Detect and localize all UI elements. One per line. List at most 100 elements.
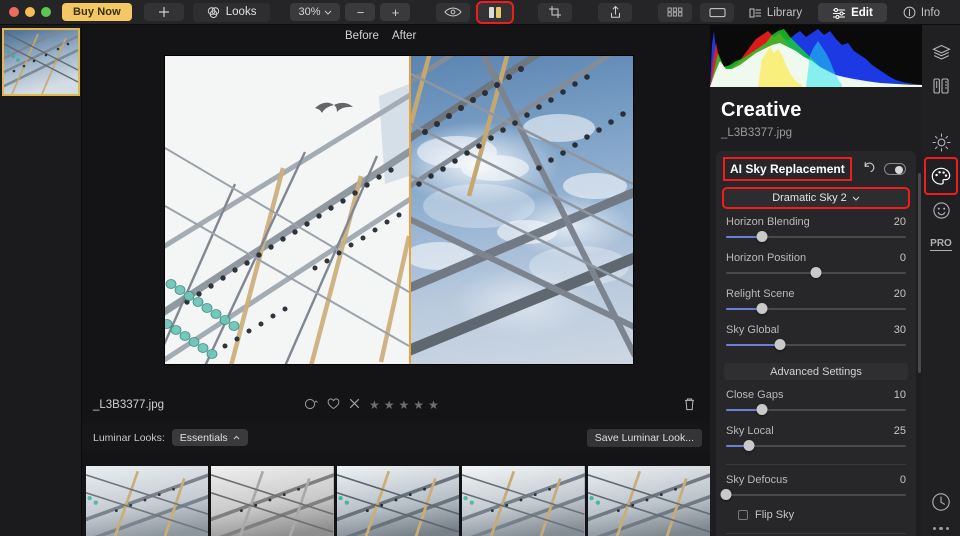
slider-track[interactable] (720, 489, 906, 501)
panel-scrollbar[interactable] (918, 173, 921, 373)
slider-track[interactable] (726, 404, 906, 416)
window-controls[interactable] (0, 7, 51, 17)
look-card[interactable]: Haze Removal (462, 466, 585, 536)
module-title: AI Sky Replacement (723, 157, 852, 181)
star-2[interactable]: ★ (384, 398, 396, 412)
look-preview-image (462, 466, 585, 536)
flip-sky-checkbox[interactable] (738, 510, 748, 520)
tab-library-label: Library (766, 6, 803, 19)
pro-icon[interactable]: PRO (926, 227, 956, 261)
slider-track[interactable] (726, 267, 906, 279)
slider-relight-scene: Relight Scene 20 (726, 288, 906, 315)
view-tools (436, 0, 735, 24)
zoom-level-dropdown[interactable]: 30% (290, 3, 341, 21)
chevron-up-icon (233, 435, 240, 440)
slider-label: Horizon Position (726, 252, 807, 264)
heart-icon[interactable] (327, 397, 340, 413)
buy-now-button[interactable]: Buy Now (62, 3, 132, 21)
slider-label: Relight Scene (726, 288, 795, 300)
grid-view-button[interactable] (658, 2, 693, 22)
share-button[interactable] (598, 2, 633, 22)
maximize-window-button[interactable] (41, 7, 51, 17)
slider-track[interactable] (726, 440, 906, 452)
tab-info[interactable]: Info (889, 3, 954, 22)
star-5[interactable]: ★ (428, 398, 440, 412)
tab-edit[interactable]: Edit (818, 3, 887, 22)
slider-track[interactable] (726, 339, 906, 351)
tab-library[interactable]: Library (735, 3, 816, 22)
slider-track[interactable] (726, 303, 906, 315)
sky-preset-dropdown[interactable]: Dramatic Sky 2 (722, 187, 910, 209)
slider-value: 25 (893, 425, 906, 437)
slider-label: Sky Defocus (726, 474, 788, 486)
more-dots-icon[interactable] (932, 526, 950, 530)
sun-essentials-icon[interactable] (926, 125, 956, 159)
save-luminar-look-button[interactable]: Save Luminar Look... (586, 428, 702, 447)
photo-rating-controls: ★ ★ ★ ★ ★ (304, 397, 440, 413)
history-clock-icon[interactable] (931, 492, 951, 517)
before-after-compare-icon (489, 6, 502, 18)
star-3[interactable]: ★ (399, 398, 411, 412)
looks-button[interactable]: Looks (192, 2, 271, 22)
zoom-out-button[interactable]: − (345, 3, 376, 21)
star-1[interactable]: ★ (369, 398, 381, 412)
tools-icon[interactable] (926, 69, 956, 103)
look-preview-image (211, 466, 334, 536)
star-4[interactable]: ★ (413, 398, 425, 412)
page-title: Creative (721, 99, 802, 121)
before-image-svg (165, 56, 409, 364)
crop-button[interactable] (538, 2, 573, 22)
slider-close-gaps: Close Gaps 10 (726, 389, 906, 416)
portrait-face-icon[interactable] (926, 193, 956, 227)
single-view-button[interactable] (700, 2, 735, 22)
star-rating[interactable]: ★ ★ ★ ★ ★ (369, 398, 440, 412)
photo-after-half (409, 56, 633, 364)
look-card[interactable]: Contrast Enhancer (336, 466, 460, 536)
looks-category-value: Essentials (179, 431, 228, 444)
advanced-settings-button[interactable]: Advanced Settings (724, 363, 908, 380)
ai-sky-replacement-module: AI Sky Replacement Dramatic Sky 2 Horizo… (716, 151, 916, 536)
slider-value: 20 (893, 216, 906, 228)
layers-icon[interactable] (926, 35, 956, 69)
top-toolbar: Buy Now Looks 30% − + Library Edit Info (0, 0, 960, 25)
info-icon (903, 6, 916, 19)
look-card[interactable]: Mood Enhancer (587, 466, 711, 536)
zoom-in-button[interactable]: + (380, 3, 411, 21)
tab-edit-label: Edit (851, 6, 873, 19)
slider-track[interactable] (726, 231, 906, 243)
module-enable-toggle[interactable] (884, 163, 906, 175)
minimize-window-button[interactable] (25, 7, 35, 17)
reset-icon[interactable] (863, 160, 876, 178)
flip-sky-label: Flip Sky (755, 509, 795, 521)
plus-icon (158, 6, 169, 18)
look-card[interactable]: AI Image Enhancer (86, 466, 209, 536)
looks-category-dropdown[interactable]: Essentials (171, 429, 248, 446)
photo-footer: _L3B3377.jpg ★ ★ ★ ★ ★ (82, 387, 710, 423)
filmstrip-thumbnail-selected[interactable] (1, 28, 80, 96)
flip-sky-row[interactable]: Flip Sky (738, 509, 916, 521)
before-after-divider[interactable] (409, 56, 411, 364)
looks-venn-icon (207, 6, 219, 18)
preview-eye-button[interactable] (436, 2, 471, 22)
color-label-icon[interactable] (304, 398, 319, 413)
palette-creative-icon[interactable] (924, 157, 958, 195)
reject-x-icon[interactable] (349, 398, 360, 412)
before-label: Before (345, 30, 379, 42)
sliders-icon (833, 7, 846, 19)
slider-value: 30 (893, 324, 906, 336)
module-header: AI Sky Replacement (716, 157, 916, 181)
slider-sky-global: Sky Global 30 (726, 324, 906, 351)
canvas-area: Before After _L3B3377.jpg ★ ★ ★ ★ ★ Lumi… (82, 25, 711, 536)
look-card[interactable]: Classic B&W (211, 466, 334, 536)
crop-icon (549, 6, 562, 18)
slider-label: Sky Local (726, 425, 774, 437)
slider-label: Sky Global (726, 324, 780, 336)
add-button[interactable] (143, 3, 184, 21)
single-view-icon (709, 7, 726, 17)
grid-view-icon (668, 7, 683, 17)
trash-icon[interactable] (683, 397, 696, 414)
luminar-app-window: Buy Now Looks 30% − + Library Edit Info … (0, 0, 960, 536)
before-after-compare-button[interactable] (476, 0, 515, 24)
close-window-button[interactable] (9, 7, 19, 17)
photo-viewer[interactable] (164, 55, 634, 365)
